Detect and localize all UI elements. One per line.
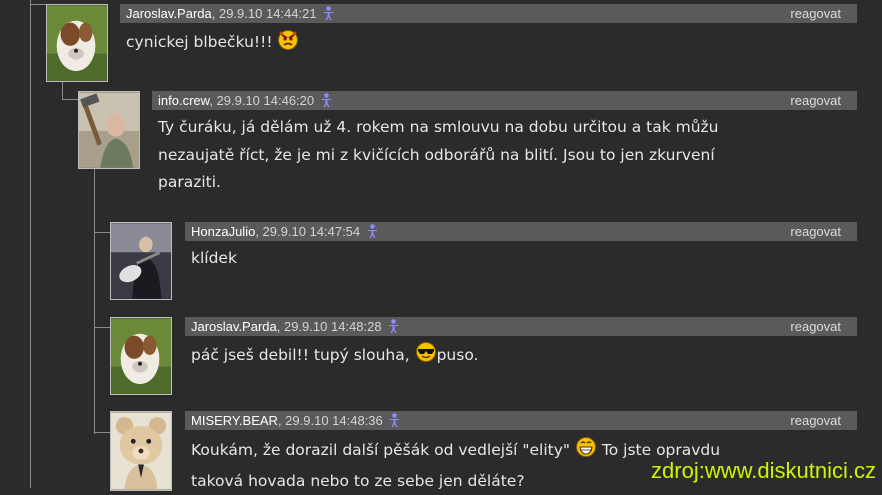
reply-link[interactable]: reagovat [790,91,841,110]
thread-line [94,232,110,233]
reply-link[interactable]: reagovat [790,411,841,430]
comment-header: MISERY.BEAR, 29.9.10 14:48:36 reagovat [185,411,857,430]
angry-smiley-icon [277,28,299,60]
comment-text-content: To jste opravdu [597,441,720,459]
thread-line [62,99,78,100]
thread-line [94,327,110,328]
comment-text: klídek [191,245,237,273]
comment-text-content: puso. [437,346,479,364]
comment-text-line: paraziti. [158,169,848,197]
comment-text: cynickej blbečku!!! [126,28,299,60]
comment-text: Ty čuráku, já dělám už 4. rokem na smlou… [158,114,848,197]
author-link[interactable]: Jaroslav.Parda [185,319,277,334]
author-link[interactable]: MISERY.BEAR [185,413,278,428]
avatar-teddy-bear[interactable] [110,411,172,491]
user-profile-icon[interactable] [388,319,399,338]
thread-line [30,4,46,5]
comment-date: , 29.9.10 14:47:54 [255,224,360,239]
comment-text-content: Koukám, že dorazil další pěšák od vedlej… [191,441,575,459]
comment-header: Jaroslav.Parda, 29.9.10 14:48:28 reagova… [185,317,857,336]
comment-date: , 29.9.10 14:48:28 [277,319,382,334]
watermark-source: zdroj:www.diskutnici.cz [651,458,876,484]
comment-text-content: klídek [191,249,237,267]
comment-date: , 29.9.10 14:46:20 [209,93,314,108]
comment-date: , 29.9.10 14:48:36 [278,413,383,428]
grinning-smiley-icon [575,436,597,468]
comment-text: páč jseš debil!! tupý slouha, puso. [191,341,478,373]
thread-line [94,432,110,433]
reply-link[interactable]: reagovat [790,4,841,23]
comment-header: HonzaJulio, 29.9.10 14:47:54 reagovat [185,222,857,241]
avatar-dog[interactable] [110,317,172,395]
thread-line [30,0,31,488]
comment-text-line: nezaujatě říct, že je mi z kvičících odb… [158,142,848,170]
user-profile-icon[interactable] [367,224,378,243]
comment-header: info.crew, 29.9.10 14:46:20 reagovat [152,91,857,110]
comment-text-content: cynickej blbečku!!! [126,33,273,51]
comment-text-line: Ty čuráku, já dělám už 4. rokem na smlou… [158,114,848,142]
thread-line [94,169,95,434]
user-profile-icon[interactable] [389,413,400,432]
author-link[interactable]: Jaroslav.Parda [120,6,212,21]
avatar-dog[interactable] [46,4,108,82]
comment-text-content: páč jseš debil!! tupý slouha, [191,346,415,364]
thread-line [62,82,63,100]
author-link[interactable]: info.crew [152,93,209,108]
avatar-man-hammer[interactable] [78,91,140,169]
reply-link[interactable]: reagovat [790,222,841,241]
user-profile-icon[interactable] [321,93,332,112]
cool-sunglasses-smiley-icon [415,341,437,373]
comment-date: , 29.9.10 14:44:21 [212,6,317,21]
avatar-guitarist[interactable] [110,222,172,300]
author-link[interactable]: HonzaJulio [185,224,255,239]
user-profile-icon[interactable] [323,6,334,25]
comment-header: Jaroslav.Parda, 29.9.10 14:44:21 reagova… [120,4,857,23]
reply-link[interactable]: reagovat [790,317,841,336]
